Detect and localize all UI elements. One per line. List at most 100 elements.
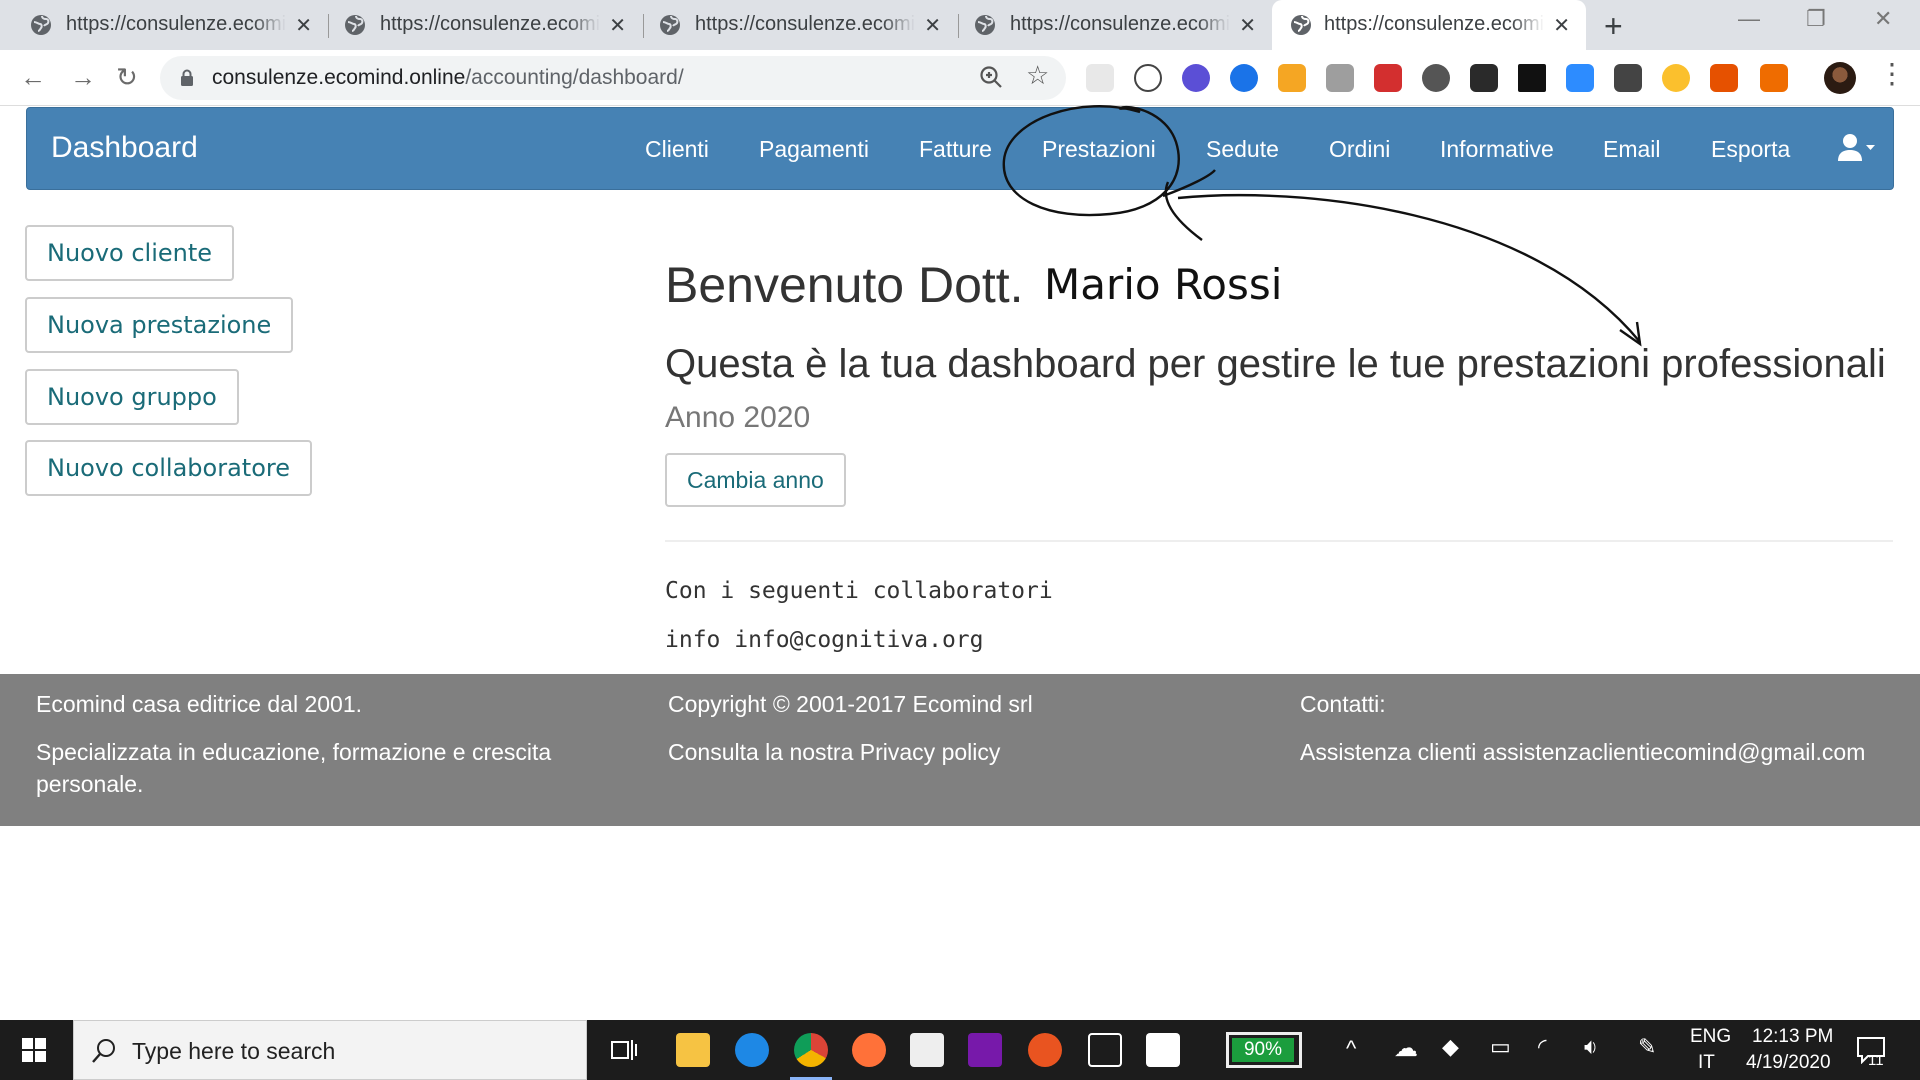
extension-icon[interactable] [1518,64,1546,92]
file-explorer-icon[interactable] [676,1033,710,1067]
user-name: Mario Rossi [1044,260,1283,309]
nav-link-sedute[interactable]: Sedute [1206,136,1279,163]
extension-icon[interactable] [1182,64,1210,92]
battery-level: 90% [1232,1038,1294,1062]
zoom-meeting-icon[interactable] [1566,64,1594,92]
edge-icon[interactable] [735,1033,769,1067]
reload-icon[interactable]: ↻ [116,62,138,93]
search-icon [92,1039,115,1063]
browser-tab[interactable]: https://consulenze.ecomind.online/accoun… [314,0,642,50]
nav-link-fatture[interactable]: Fatture [919,136,992,163]
new-service-button[interactable]: Nuova prestazione [25,297,294,353]
close-tab-icon[interactable]: ✕ [1553,13,1570,38]
nav-link-pagamenti[interactable]: Pagamenti [759,136,869,163]
extension-icon[interactable] [1230,64,1258,92]
dropbox-tray-icon[interactable]: ◆ [1442,1034,1459,1060]
nav-link-prestazioni[interactable]: Prestazioni [1042,136,1156,163]
chrome-icon[interactable] [794,1033,828,1067]
new-client-button[interactable]: Nuovo cliente [25,225,235,281]
onenote-icon[interactable] [968,1033,1002,1067]
onedrive-icon[interactable]: ☁ [1394,1034,1418,1063]
globe-icon [975,15,995,35]
calendar-extension-icon[interactable] [1760,64,1788,92]
nav-link-informative[interactable]: Informative [1440,136,1554,163]
firefox-icon[interactable] [852,1033,886,1067]
battery-tray-icon[interactable]: ▭ [1490,1034,1511,1060]
zoom-icon[interactable] [978,64,1004,90]
site-footer: Ecomind casa editrice dal 2001. Speciali… [0,674,1920,826]
volume-icon[interactable]: 🔉︎ [1584,1034,1598,1060]
close-window-icon[interactable]: ✕ [1874,6,1892,32]
close-tab-icon[interactable]: ✕ [1239,13,1256,38]
new-collaborator-button[interactable]: Nuovo collaboratore [25,440,312,496]
extension-icon[interactable] [1134,64,1162,92]
more-menu-icon[interactable]: ⋮ [1878,60,1906,88]
close-tab-icon[interactable]: ✕ [609,13,626,38]
rss-icon[interactable] [1278,64,1306,92]
dropbox-icon[interactable] [1088,1033,1122,1067]
browser-tab[interactable]: https://consulenze.ecomind.online/accoun… [944,0,1272,50]
extension-icon[interactable] [1326,64,1354,92]
task-view-icon[interactable] [610,1036,638,1064]
windows-taskbar: Type here to search 90% ^ ☁ ◆ ▭ ◜ 🔉︎ ✎ E… [0,1020,1920,1080]
extension-icon[interactable] [1662,64,1690,92]
globe-icon [345,15,365,35]
battery-indicator[interactable]: 90% [1226,1032,1302,1068]
lock-icon [181,69,193,86]
clock-date[interactable]: 4/19/2020 [1746,1052,1831,1074]
footer-copyright: Copyright © 2001-2017 Ecomind srl Consul… [668,688,1228,768]
info-email: info info@cognitiva.org [665,627,984,653]
globe-icon [31,15,51,35]
divider [665,540,1893,542]
restore-icon[interactable]: ❐ [1806,6,1826,32]
forward-arrow-icon[interactable]: → [70,62,96,93]
change-year-button[interactable]: Cambia anno [665,453,846,507]
user-menu-icon[interactable] [1837,132,1877,162]
nav-link-email[interactable]: Email [1603,136,1661,163]
browser-tab-strip: https://consulenze.ecomind.online/accoun… [0,0,1920,50]
taskbar-search-box[interactable]: Type here to search [73,1020,587,1080]
nav-link-clienti[interactable]: Clienti [645,136,709,163]
url-text: consulenze.ecomind.online/accounting/das… [212,66,684,89]
collaborators-label: Con i seguenti collaboratori [665,578,1053,604]
new-group-button[interactable]: Nuovo gruppo [25,369,239,425]
browser-tab-active[interactable]: https://consulenze.ecomind.online/accoun… [1272,0,1586,50]
minimize-icon[interactable]: — [1738,6,1760,32]
clock-time[interactable]: 12:13 PM [1752,1026,1833,1048]
store-icon[interactable] [910,1033,944,1067]
extension-icon[interactable] [1614,64,1642,92]
tab-title: https://consulenze.ecomind.online/accoun… [1324,13,1544,35]
language-indicator[interactable]: ENG [1690,1026,1731,1048]
dashboard-subtitle: Questa è la tua dashboard per gestire le… [665,342,1886,386]
angular-icon[interactable] [1374,64,1402,92]
browser-tab[interactable]: https://consulenze.ecomind.online/accoun… [0,0,328,50]
megaphone-icon[interactable] [1710,64,1738,92]
nav-link-esporta[interactable]: Esporta [1711,136,1790,163]
support-email-link[interactable]: Assistenza clienti assistenzaclientiecom… [1300,736,1900,768]
profile-avatar[interactable] [1824,62,1856,94]
bookmark-star-icon[interactable]: ☆ [1026,60,1049,91]
footer-contacts: Contatti: Assistenza clienti assistenzac… [1300,688,1900,768]
extension-icon[interactable] [1086,64,1114,92]
wifi-icon[interactable]: ◜ [1538,1034,1547,1060]
back-arrow-icon[interactable]: ← [20,62,46,93]
show-hidden-icons[interactable]: ^ [1346,1036,1356,1062]
privacy-policy-link[interactable]: Consulta la nostra Privacy policy [668,736,1228,768]
close-tab-icon[interactable]: ✕ [295,13,312,38]
address-bar[interactable]: consulenze.ecomind.online/accounting/das… [160,56,1066,100]
browser-tab[interactable]: https://consulenze.ecomind.online/accoun… [629,0,957,50]
close-tab-icon[interactable]: ✕ [924,13,941,38]
keyboard-layout[interactable]: IT [1698,1052,1715,1074]
ubuntu-icon[interactable] [1028,1033,1062,1067]
windows-start-icon[interactable] [22,1038,46,1062]
footer-about-text: Specializzata in educazione, formazione … [36,739,552,797]
navbar-brand[interactable]: Dashboard [51,131,198,165]
extension-icon[interactable] [1422,64,1450,92]
dropbox-active-icon[interactable] [1146,1033,1180,1067]
pen-icon[interactable]: ✎ [1638,1034,1656,1060]
tab-title: https://consulenze.ecomind.online/accoun… [1010,13,1230,35]
nav-link-ordini[interactable]: Ordini [1329,136,1390,163]
extension-icon[interactable] [1470,64,1498,92]
new-tab-button[interactable]: + [1604,8,1623,45]
browser-toolbar: ← → ↻ consulenze.ecomind.online/accounti… [0,50,1920,146]
